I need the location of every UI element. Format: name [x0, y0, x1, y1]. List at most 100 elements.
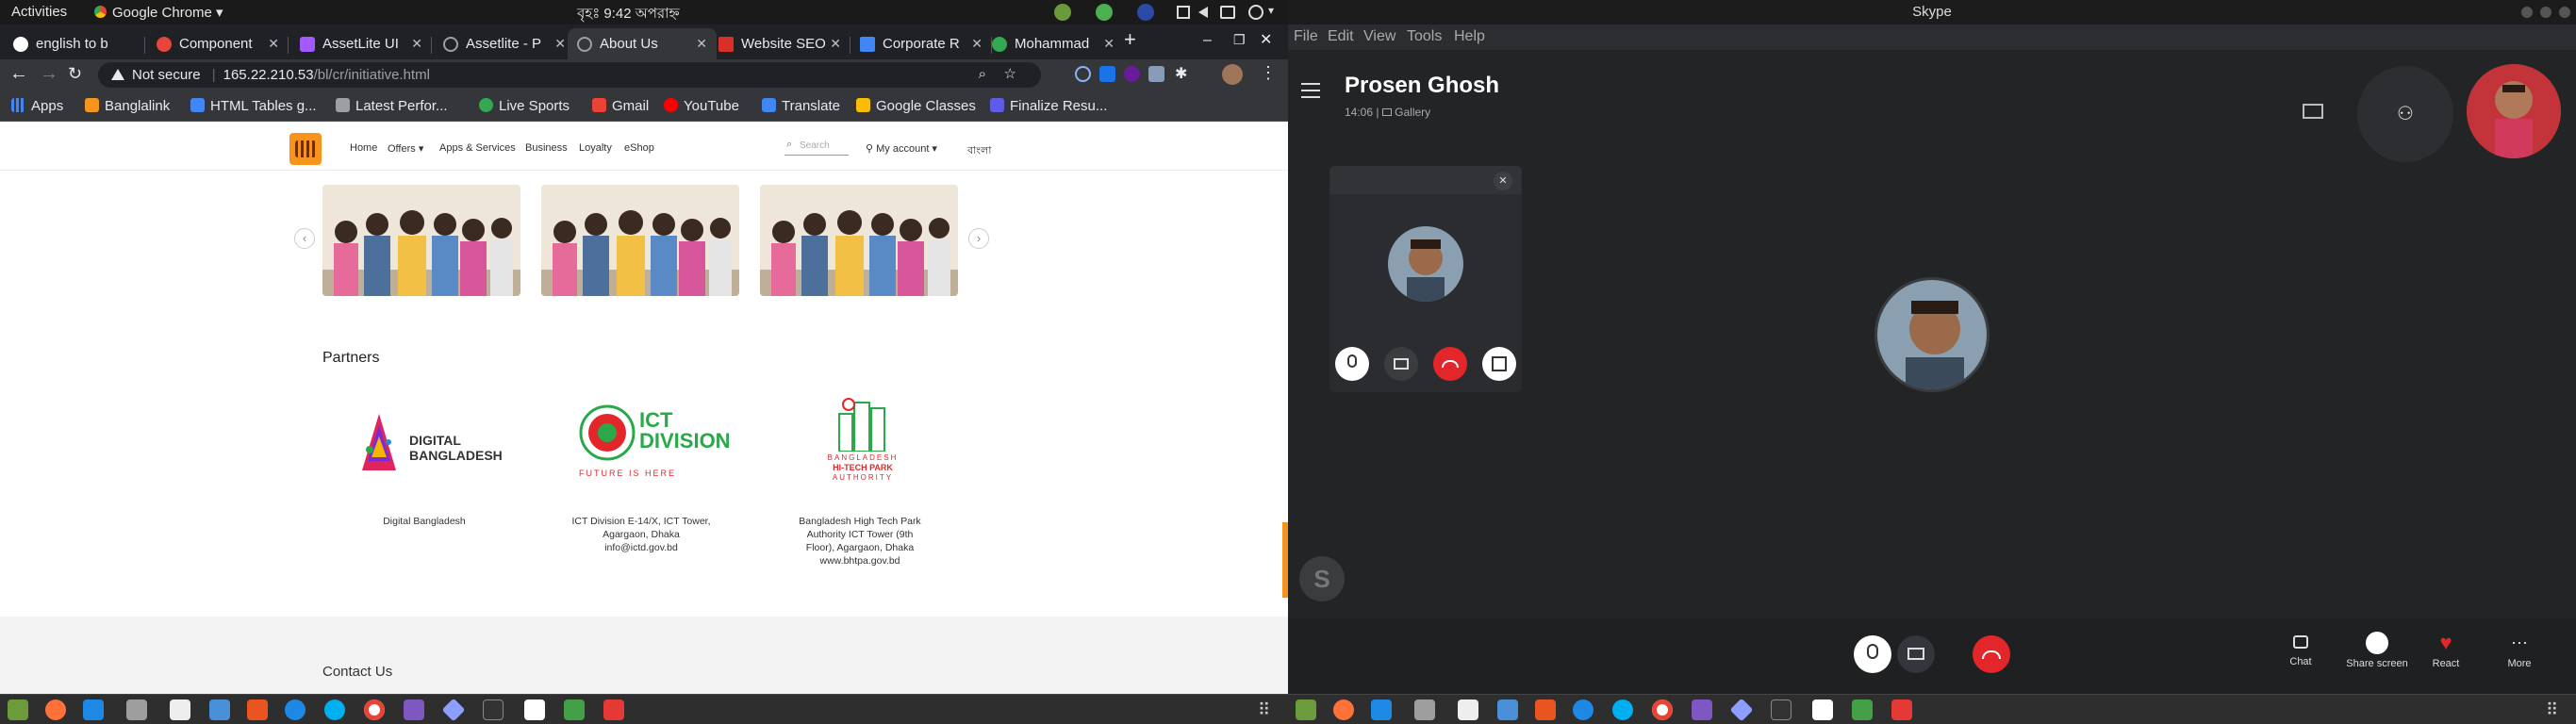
mini-mic-button[interactable]	[1335, 347, 1369, 381]
close-icon[interactable]: ✕	[971, 36, 983, 52]
digital-bangladesh-logo[interactable]: DIGITAL BANGLADESH	[341, 404, 511, 480]
minimize-window-button[interactable]	[2521, 7, 2533, 18]
carousel-photo[interactable]	[760, 185, 958, 296]
banglalink-logo[interactable]	[289, 133, 322, 165]
bookmark-finalize-resume[interactable]: Finalize Resu...	[990, 98, 1107, 114]
terminal-icon[interactable]	[1771, 699, 1792, 720]
back-arrow-icon[interactable]: ←	[9, 63, 28, 85]
bookmark-banglalink[interactable]: Banglalink	[85, 98, 170, 114]
video-button[interactable]	[1897, 635, 1935, 673]
clock[interactable]: বৃহঃ 9:42 অপরাহ্ন	[577, 3, 680, 26]
documents-icon[interactable]	[1497, 699, 1518, 720]
menu-edit[interactable]: Edit	[1328, 28, 1354, 45]
extension-icon[interactable]	[1099, 66, 1115, 82]
diamond-app-icon[interactable]	[441, 698, 466, 722]
minimize-window-button[interactable]: –	[1203, 32, 1212, 49]
bookmark-live-sports[interactable]: Live Sports	[479, 98, 570, 114]
carousel-prev-button[interactable]: ‹	[294, 228, 315, 249]
volume-icon[interactable]	[1198, 7, 1208, 18]
hangup-button[interactable]	[1973, 635, 2010, 673]
app-menu[interactable]: Google Chrome ▾	[94, 4, 223, 21]
firefox-icon[interactable]	[45, 699, 66, 720]
show-apps-grid-icon[interactable]: ⠿	[2546, 700, 2558, 720]
close-icon[interactable]: ✕	[411, 36, 422, 52]
extension-icon[interactable]	[1148, 66, 1164, 82]
ict-division-logo[interactable]: ICT DIVISION FUTURE IS HERE	[573, 395, 731, 489]
postman-icon[interactable]	[524, 699, 545, 720]
site-search-input[interactable]: ⌕ Search	[784, 137, 849, 156]
security-chip[interactable]: Not secure	[132, 67, 201, 83]
react-button[interactable]: ♥ React	[2418, 632, 2474, 670]
nav-home[interactable]: Home	[350, 142, 377, 154]
self-preview-avatar[interactable]	[2467, 64, 2561, 158]
participant-avatar-small[interactable]	[1388, 226, 1463, 302]
bookmark-youtube[interactable]: YouTube	[664, 98, 739, 114]
files-icon[interactable]	[126, 699, 147, 720]
close-window-button[interactable]: ✕	[1260, 30, 1272, 49]
fullscreen-icon[interactable]	[2303, 104, 2323, 119]
skype-taskbar-icon[interactable]	[324, 699, 345, 720]
puzzle-icon[interactable]: ✱	[1175, 64, 1187, 83]
tab-assetlite[interactable]: Assetlite - P ✕	[434, 28, 575, 59]
bookmark-apps[interactable]: Apps	[11, 98, 63, 114]
search-icon[interactable]: ⌕	[979, 66, 986, 82]
close-icon[interactable]: ✕	[268, 36, 279, 52]
chat-button[interactable]: Chat	[2272, 632, 2329, 667]
maximize-window-button[interactable]	[2540, 7, 2551, 18]
menu-help[interactable]: Help	[1454, 28, 1485, 45]
nav-offers[interactable]: Offers ▾	[388, 142, 423, 155]
help-icon[interactable]	[1573, 699, 1593, 720]
extension-icon[interactable]	[1124, 66, 1140, 82]
carousel-photo[interactable]	[322, 185, 520, 296]
nav-business[interactable]: Business	[525, 142, 568, 154]
tab-english[interactable]: english to b	[4, 28, 145, 59]
ide-icon[interactable]	[404, 699, 424, 720]
taskbar-app-icon[interactable]	[1296, 699, 1316, 720]
add-people-button[interactable]: ⚇	[2357, 66, 2453, 162]
close-icon[interactable]: ✕	[696, 36, 707, 52]
tray-skype-icon[interactable]	[1137, 4, 1154, 21]
tab-component[interactable]: Component ✕	[147, 28, 289, 59]
share-screen-button[interactable]: Share screen	[2335, 632, 2419, 669]
battery-icon[interactable]	[1220, 6, 1235, 19]
bookmark-translate[interactable]: Translate	[762, 98, 840, 114]
close-window-button[interactable]	[2559, 7, 2570, 18]
profile-avatar[interactable]	[1222, 64, 1243, 85]
tab-mohammad[interactable]: Mohammad ✕	[983, 28, 1124, 59]
view-mode[interactable]: Gallery	[1395, 106, 1430, 119]
network-icon[interactable]	[1177, 6, 1190, 19]
new-tab-button[interactable]: +	[1124, 27, 1136, 52]
text-editor-icon[interactable]	[1458, 699, 1478, 720]
close-icon[interactable]: ✕	[1494, 172, 1512, 190]
mail-icon[interactable]	[83, 699, 104, 720]
tab-website-seo[interactable]: Website SEO ✕	[709, 28, 850, 59]
documents-icon[interactable]	[209, 699, 230, 720]
presentation-icon[interactable]	[603, 699, 624, 720]
reload-icon[interactable]: ↻	[68, 64, 82, 84]
hamburger-menu-icon[interactable]	[1301, 83, 1320, 98]
close-icon[interactable]: ✕	[1103, 36, 1115, 52]
more-button[interactable]: ⋯ More	[2491, 632, 2548, 669]
text-editor-icon[interactable]	[170, 699, 190, 720]
bookmark-gmail[interactable]: Gmail	[592, 98, 649, 114]
spreadsheet-icon[interactable]	[1852, 699, 1873, 720]
star-icon[interactable]: ☆	[1004, 65, 1016, 82]
forward-arrow-icon[interactable]: →	[40, 63, 58, 85]
show-apps-grid-icon[interactable]: ⠿	[1258, 700, 1270, 720]
ide-icon[interactable]	[1692, 699, 1712, 720]
restore-window-button[interactable]: ❐	[1233, 32, 1246, 48]
tray-check-icon[interactable]	[1096, 4, 1113, 21]
menu-file[interactable]: File	[1294, 28, 1318, 45]
postman-icon[interactable]	[1812, 699, 1833, 720]
system-menu-chevron-icon[interactable]: ▾	[1268, 4, 1274, 17]
skype-taskbar-icon[interactable]	[1612, 699, 1633, 720]
tab-corporate[interactable]: Corporate R ✕	[850, 28, 992, 59]
chrome-menu-icon[interactable]: ⋮	[1260, 63, 1277, 83]
presentation-icon[interactable]	[1891, 699, 1912, 720]
mini-hangup-button[interactable]	[1433, 347, 1467, 381]
participant-avatar[interactable]	[1874, 277, 1990, 392]
taskbar-app-icon[interactable]	[8, 699, 28, 720]
tab-assetlite-ui[interactable]: AssetLite UI ✕	[290, 28, 432, 59]
menu-view[interactable]: View	[1363, 28, 1395, 45]
nav-loyalty[interactable]: Loyalty	[579, 142, 612, 154]
